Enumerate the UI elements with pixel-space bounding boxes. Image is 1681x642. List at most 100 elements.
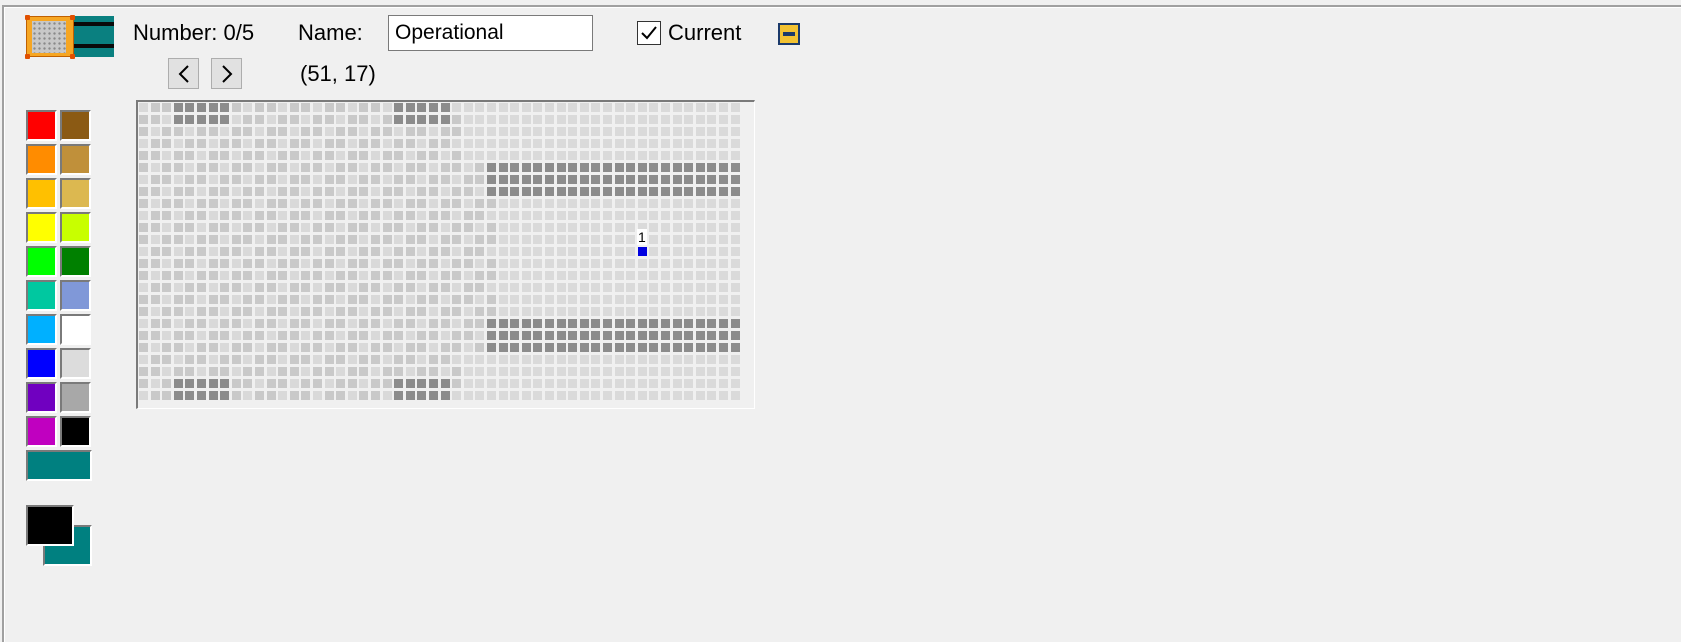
map-tile[interactable] [557, 319, 566, 328]
map-tile[interactable] [151, 355, 160, 364]
map-tile[interactable] [406, 367, 415, 376]
map-tile[interactable] [545, 307, 554, 316]
map-tile[interactable] [499, 259, 508, 268]
map-tile[interactable] [487, 187, 496, 196]
map-tile[interactable] [475, 151, 484, 160]
map-tile[interactable] [533, 283, 542, 292]
map-tile[interactable] [441, 295, 450, 304]
map-tile[interactable] [371, 139, 380, 148]
map-tile[interactable] [522, 211, 531, 220]
map-tile[interactable] [255, 223, 264, 232]
map-tile[interactable] [441, 235, 450, 244]
map-tile[interactable] [626, 343, 635, 352]
map-tile[interactable] [290, 103, 299, 112]
map-tile[interactable] [441, 139, 450, 148]
map-tile[interactable] [441, 355, 450, 364]
map-tile[interactable] [174, 271, 183, 280]
map-tile[interactable] [162, 259, 171, 268]
map-tile[interactable] [301, 211, 310, 220]
map-tile[interactable] [580, 199, 589, 208]
map-tile[interactable] [151, 211, 160, 220]
map-tile[interactable] [383, 283, 392, 292]
map-tile[interactable] [557, 175, 566, 184]
map-tile[interactable] [731, 115, 740, 124]
map-tile[interactable] [684, 307, 693, 316]
map-tile[interactable] [394, 103, 403, 112]
map-tile[interactable] [661, 163, 670, 172]
map-tile[interactable] [336, 295, 345, 304]
map-tile[interactable] [174, 331, 183, 340]
map-tile[interactable] [278, 259, 287, 268]
map-tile[interactable] [429, 199, 438, 208]
map-tile[interactable] [615, 391, 624, 400]
map-tile[interactable] [336, 367, 345, 376]
map-tile[interactable] [232, 343, 241, 352]
map-tile[interactable] [255, 295, 264, 304]
map-tile[interactable] [232, 355, 241, 364]
map-tile[interactable] [336, 115, 345, 124]
map-tile[interactable] [673, 187, 682, 196]
map-marker[interactable] [638, 247, 647, 256]
map-tile[interactable] [278, 271, 287, 280]
map-tile[interactable] [348, 307, 357, 316]
map-tile[interactable] [336, 151, 345, 160]
map-tile[interactable] [510, 247, 519, 256]
map-tile[interactable] [649, 331, 658, 340]
map-tile[interactable] [348, 295, 357, 304]
map-tile[interactable] [580, 211, 589, 220]
map-tile[interactable] [313, 163, 322, 172]
map-tile[interactable] [603, 103, 612, 112]
map-tile[interactable] [545, 163, 554, 172]
map-tile[interactable] [232, 151, 241, 160]
map-tile[interactable] [255, 331, 264, 340]
map-tile[interactable] [580, 175, 589, 184]
map-tile[interactable] [267, 199, 276, 208]
map-tile[interactable] [673, 223, 682, 232]
map-tile[interactable] [487, 199, 496, 208]
map-tile[interactable] [232, 103, 241, 112]
map-tile[interactable] [591, 235, 600, 244]
map-tile[interactable] [615, 103, 624, 112]
map-tile[interactable] [336, 211, 345, 220]
map-tile[interactable] [545, 319, 554, 328]
palette-swatch-wide[interactable] [26, 450, 92, 481]
map-tile[interactable] [290, 175, 299, 184]
map-tile[interactable] [615, 223, 624, 232]
map-tile[interactable] [313, 319, 322, 328]
map-tile[interactable] [162, 127, 171, 136]
map-tile[interactable] [638, 163, 647, 172]
map-tile[interactable] [394, 175, 403, 184]
map-tile[interactable] [638, 211, 647, 220]
map-tile[interactable] [707, 247, 716, 256]
palette-swatch[interactable] [60, 144, 91, 175]
map-tile[interactable] [533, 343, 542, 352]
current-label[interactable]: Current [668, 21, 741, 45]
map-tile[interactable] [475, 211, 484, 220]
map-tile[interactable] [707, 367, 716, 376]
map-tile[interactable] [185, 295, 194, 304]
map-tile[interactable] [139, 127, 148, 136]
map-tile[interactable] [568, 151, 577, 160]
map-tile[interactable] [522, 247, 531, 256]
map-tile[interactable] [545, 199, 554, 208]
map-tile[interactable] [696, 283, 705, 292]
map-tile[interactable] [580, 271, 589, 280]
map-tile[interactable] [673, 283, 682, 292]
map-tile[interactable] [139, 319, 148, 328]
map-tile[interactable] [278, 355, 287, 364]
map-tile[interactable] [278, 319, 287, 328]
map-tile[interactable] [348, 115, 357, 124]
map-tile[interactable] [162, 271, 171, 280]
map-tile[interactable] [673, 367, 682, 376]
map-tile[interactable] [731, 283, 740, 292]
map-tile[interactable] [568, 247, 577, 256]
map-tile[interactable] [185, 235, 194, 244]
map-tile[interactable] [197, 103, 206, 112]
map-tile[interactable] [510, 307, 519, 316]
map-tile[interactable] [452, 331, 461, 340]
map-tile[interactable] [626, 259, 635, 268]
map-tile[interactable] [290, 307, 299, 316]
map-tile[interactable] [151, 331, 160, 340]
map-tile[interactable] [220, 163, 229, 172]
map-tile[interactable] [626, 247, 635, 256]
